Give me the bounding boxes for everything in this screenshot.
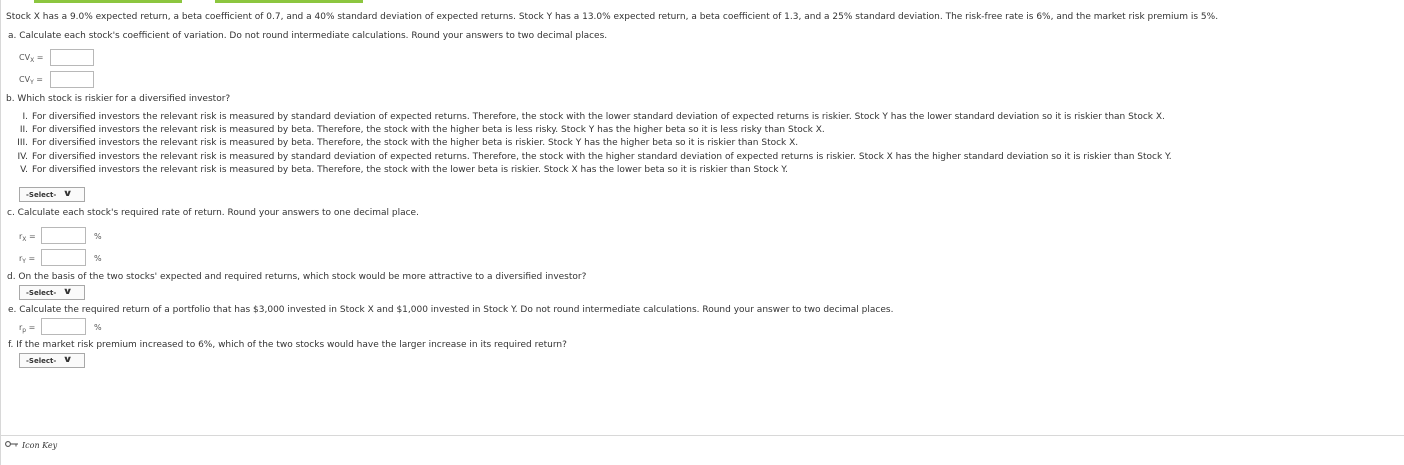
- icon-key-link[interactable]: Icon Key: [5, 440, 57, 451]
- cvy-input[interactable]: [50, 71, 94, 88]
- rx-label: rX =: [19, 232, 36, 243]
- part-d-select[interactable]: -Select- ∨: [19, 285, 85, 300]
- rp-percent: %: [94, 323, 102, 332]
- ry-input[interactable]: [41, 249, 86, 266]
- rp-label: rp =: [19, 323, 36, 334]
- part-f-prompt: f. If the market risk premium increased …: [8, 340, 567, 350]
- tab-indicator-2[interactable]: [215, 0, 363, 3]
- part-a-prompt: a. Calculate each stock's coefficient of…: [8, 31, 608, 41]
- part-e-prompt: e. Calculate the required return of a po…: [8, 305, 894, 315]
- option-iv: IV. For diversified investors the relevan…: [17, 152, 1172, 162]
- tab-indicator-1[interactable]: [34, 0, 182, 3]
- chevron-down-icon: ∨: [62, 287, 74, 297]
- rp-input[interactable]: [41, 318, 86, 335]
- cvx-input[interactable]: [50, 49, 94, 66]
- rx-input[interactable]: [41, 227, 86, 244]
- option-v: V. For diversified investors the relevant…: [20, 165, 788, 175]
- option-iii: III. For diversified investors the releva…: [17, 138, 799, 148]
- option-ii: II. For diversified investors the relevan…: [19, 125, 825, 135]
- ry-label: rY =: [19, 254, 36, 265]
- left-border: [0, 0, 1, 465]
- cvy-label: CVY =: [19, 75, 43, 86]
- chevron-down-icon: ∨: [62, 189, 74, 199]
- part-b-select[interactable]: -Select- ∨: [19, 187, 85, 202]
- part-f-select[interactable]: -Select- ∨: [19, 353, 85, 368]
- chevron-down-icon: ∨: [62, 355, 74, 365]
- option-i: I. For diversified investors the relevant…: [22, 112, 1165, 122]
- ry-percent: %: [94, 254, 102, 263]
- rx-percent: %: [94, 232, 102, 241]
- part-b-prompt: b. Which stock is riskier for a diversif…: [6, 94, 231, 104]
- footer-divider: [0, 435, 1404, 436]
- problem-intro: Stock X has a 9.0% expected return, a be…: [6, 12, 1219, 22]
- part-c-prompt: c. Calculate each stock's required rate …: [7, 208, 419, 218]
- cvx-label: CVX =: [19, 53, 44, 64]
- key-icon: [5, 440, 19, 451]
- icon-key-label: Icon Key: [22, 440, 58, 450]
- part-d-prompt: d. On the basis of the two stocks' expec…: [7, 272, 587, 282]
